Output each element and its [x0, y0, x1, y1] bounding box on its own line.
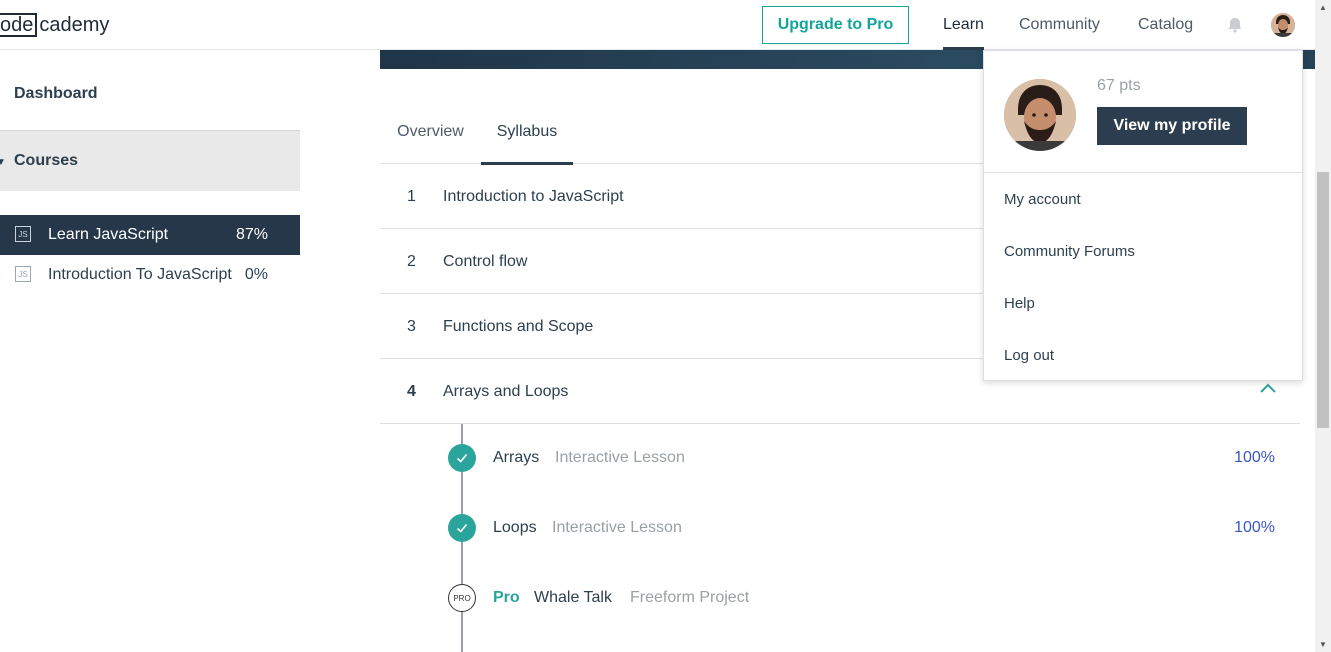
sidebar-courses-section[interactable]: ▼ Courses: [0, 130, 300, 191]
lesson-type: Interactive Lesson: [555, 449, 685, 466]
lesson-progress: 100%: [1234, 449, 1275, 466]
nav-catalog[interactable]: Catalog: [1138, 0, 1193, 50]
scroll-down-arrow-icon[interactable]: ▼: [1319, 640, 1327, 649]
upgrade-to-pro-button[interactable]: Upgrade to Pro: [762, 6, 909, 44]
course-name: Learn JavaScript: [48, 226, 169, 243]
checkmark-icon: [448, 444, 476, 472]
lesson-type: Interactive Lesson: [552, 519, 682, 536]
tab-syllabus[interactable]: Syllabus: [481, 100, 573, 165]
unit-title: Functions and Scope: [443, 318, 594, 335]
lesson-type: Freeform Project: [630, 589, 750, 606]
profile-avatar: [1004, 79, 1076, 151]
menu-divider: [984, 172, 1302, 173]
menu-item-my-account[interactable]: My account: [1004, 191, 1081, 208]
scroll-up-arrow-icon[interactable]: ▲: [1319, 3, 1327, 12]
unit-number: 2: [407, 253, 416, 270]
menu-item-help[interactable]: Help: [1004, 295, 1035, 312]
user-avatar-button[interactable]: [1271, 13, 1295, 37]
profile-dropdown-menu: 67 pts View my profile My account Commun…: [983, 50, 1303, 381]
pro-badge-icon: PRO: [448, 584, 476, 612]
course-progress: 87%: [235, 226, 268, 243]
scrollbar-thumb[interactable]: [1317, 172, 1329, 428]
javascript-course-icon: JS: [15, 226, 31, 242]
sidebar-course-learn-javascript[interactable]: JS Learn JavaScript 87%: [0, 215, 300, 255]
top-nav: ode cademy Upgrade to Pro Learn Communit…: [0, 0, 1315, 50]
unit-number: 1: [407, 188, 416, 205]
pro-tag: Pro: [493, 589, 520, 606]
logo-text: cademy: [39, 13, 110, 36]
lesson-item[interactable]: PRO Pro Whale Talk Freeform Project: [448, 584, 1298, 614]
nav-community[interactable]: Community: [1019, 0, 1100, 50]
unit-number: 3: [407, 318, 416, 335]
codecademy-logo[interactable]: ode cademy: [0, 12, 109, 38]
notifications-bell-icon[interactable]: [1226, 16, 1244, 34]
unit-number: 4: [407, 383, 416, 400]
unit-title: Introduction to JavaScript: [443, 188, 624, 205]
menu-item-log-out[interactable]: Log out: [1004, 347, 1054, 364]
chevron-down-icon: ▼: [0, 157, 6, 168]
sidebar-course-introduction-to-javascript[interactable]: JS Introduction To JavaScript 0%: [0, 255, 300, 295]
lesson-name: Arrays: [493, 449, 540, 466]
lesson-name: Whale Talk: [534, 589, 612, 606]
lesson-item[interactable]: Arrays Interactive Lesson 100%: [448, 444, 1298, 474]
logo-boxed-text: ode: [0, 13, 38, 37]
tab-overview[interactable]: Overview: [380, 100, 481, 164]
unit-title: Arrays and Loops: [443, 383, 569, 400]
javascript-course-icon: JS: [15, 266, 31, 282]
view-profile-button[interactable]: View my profile: [1097, 107, 1247, 145]
course-name: Introduction To JavaScript: [48, 266, 232, 283]
user-points: 67 pts: [1097, 77, 1141, 94]
chevron-up-icon[interactable]: [1258, 381, 1278, 395]
page-scrollbar[interactable]: ▲ ▼: [1315, 0, 1331, 652]
checkmark-icon: [448, 514, 476, 542]
unit-title: Control flow: [443, 253, 528, 270]
lesson-progress: 100%: [1234, 519, 1275, 536]
course-progress: 0%: [244, 266, 268, 283]
menu-item-community-forums[interactable]: Community Forums: [1004, 243, 1135, 260]
sidebar-dashboard-link[interactable]: Dashboard: [14, 85, 98, 103]
lesson-item[interactable]: Loops Interactive Lesson 100%: [448, 514, 1298, 544]
nav-learn[interactable]: Learn: [943, 0, 984, 50]
courses-label: Courses: [14, 152, 79, 169]
sidebar: Dashboard ▼ Courses JS Learn JavaScript …: [0, 50, 300, 652]
lesson-name: Loops: [493, 519, 537, 536]
